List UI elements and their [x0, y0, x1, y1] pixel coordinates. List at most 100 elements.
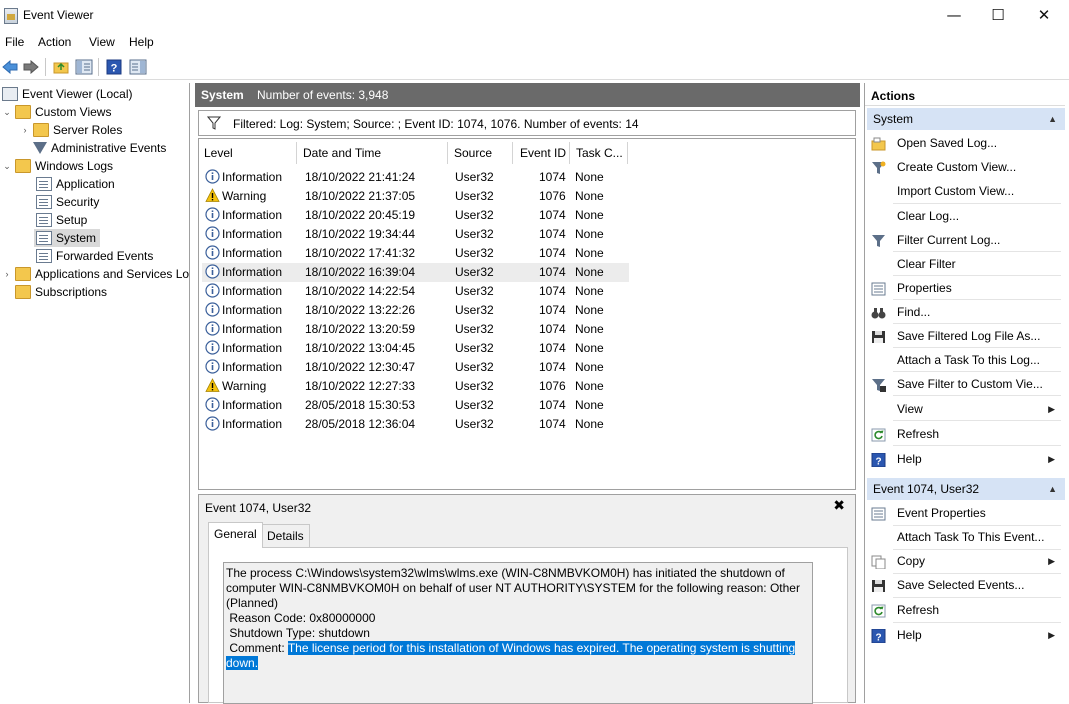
tree-item-windows-logs[interactable]: ⌄ Windows Logs	[2, 157, 113, 175]
table-row[interactable]: Information 28/05/2018 12:36:04 User32 1074…	[202, 415, 629, 434]
table-row[interactable]: Information 18/10/2022 13:20:59 User32 1074…	[202, 320, 629, 339]
menu-view[interactable]: View	[89, 35, 115, 49]
action-attach-task-to-event[interactable]: Attach Task To This Event...	[871, 526, 1061, 548]
tree-item-application[interactable]: Application	[36, 175, 115, 193]
tab-general[interactable]: General	[208, 522, 263, 548]
column-header-level[interactable]: Level	[199, 142, 297, 164]
collapsed-chevron-icon[interactable]: ›	[2, 269, 12, 279]
log-icon	[36, 231, 52, 245]
tree-item-server-roles[interactable]: › Server Roles	[20, 121, 122, 139]
action-clear-filter[interactable]: Clear Filter	[871, 253, 1061, 275]
cell-event-id: 1076	[539, 379, 566, 393]
show-hide-console-tree-icon[interactable]	[74, 57, 94, 77]
table-row[interactable]: Information 18/10/2022 21:41:24 User32 1074…	[202, 168, 629, 187]
back-arrow-icon[interactable]	[0, 57, 20, 77]
actions-section-system[interactable]: System ▲	[867, 108, 1065, 130]
tree-item-label: Application	[56, 177, 115, 191]
action-import-custom-view[interactable]: Import Custom View...	[871, 180, 1061, 202]
action-label: Help	[897, 628, 922, 642]
table-row[interactable]: Information 18/10/2022 13:22:26 User32 1074…	[202, 301, 629, 320]
collapse-caret-icon[interactable]: ▲	[1048, 108, 1057, 130]
action-event-properties[interactable]: Event Properties	[871, 502, 1061, 524]
minimize-button[interactable]: —	[931, 0, 977, 32]
column-header-source[interactable]: Source	[449, 142, 513, 164]
tree-item-forwarded-events[interactable]: Forwarded Events	[36, 247, 153, 265]
tree-item-label: Administrative Events	[51, 141, 167, 155]
action-label: Open Saved Log...	[897, 136, 998, 150]
maximize-button[interactable]: ☐	[975, 0, 1021, 32]
action-properties[interactable]: Properties	[871, 277, 1061, 299]
tree-item-root[interactable]: Event Viewer (Local)	[2, 85, 133, 103]
table-row[interactable]: Information 18/10/2022 14:22:54 User32 1074…	[202, 282, 629, 301]
tree-item-system[interactable]: System	[34, 229, 101, 247]
table-row[interactable]: Information 18/10/2022 16:39:04 User32 1074…	[202, 263, 629, 282]
table-row[interactable]: Information 18/10/2022 12:30:47 User32 1074…	[202, 358, 629, 377]
column-header-date-and-time[interactable]: Date and Time	[298, 142, 448, 164]
folder-icon	[15, 105, 31, 119]
action-help[interactable]: ? Help ▶	[871, 624, 1061, 646]
toolbar-separator	[45, 58, 46, 76]
tree-item-security[interactable]: Security	[36, 193, 99, 211]
cell-source: User32	[455, 189, 494, 203]
action-help[interactable]: ? Help ▶	[871, 448, 1061, 470]
help-icon[interactable]: ?	[104, 57, 124, 77]
description-line: computer WIN-C8NMBVKOM0H on behalf of us…	[226, 581, 800, 595]
menu-help[interactable]: Help	[129, 35, 154, 49]
section-label: System	[873, 112, 914, 126]
column-header-task-category[interactable]: Task C...	[571, 142, 628, 164]
tree-item-custom-views[interactable]: ⌄ Custom Views	[2, 103, 111, 121]
cell-event-id: 1074	[539, 341, 566, 355]
cell-event-id: 1074	[539, 284, 566, 298]
action-save-filtered-log-file[interactable]: Save Filtered Log File As...	[871, 325, 1061, 347]
action-create-custom-view[interactable]: Create Custom View...	[871, 156, 1061, 178]
expanded-chevron-icon[interactable]: ⌄	[2, 107, 12, 118]
collapsed-chevron-icon[interactable]: ›	[20, 125, 30, 135]
up-folder-icon[interactable]	[51, 57, 71, 77]
menu-file[interactable]: File	[5, 35, 24, 49]
close-button[interactable]: ✕	[1021, 0, 1067, 32]
close-icon[interactable]: ✖	[833, 498, 845, 514]
action-open-saved-log[interactable]: Open Saved Log...	[871, 132, 1061, 154]
tree-item-applications-and-services[interactable]: › Applications and Services Lo	[2, 265, 189, 283]
cell-date-time: 18/10/2022 21:37:05	[305, 189, 416, 203]
action-divider	[893, 395, 1061, 396]
tree-item-setup[interactable]: Setup	[36, 211, 87, 229]
action-refresh[interactable]: Refresh	[871, 599, 1061, 621]
expanded-chevron-icon[interactable]: ⌄	[2, 161, 12, 172]
action-clear-log[interactable]: Clear Log...	[871, 205, 1061, 227]
tree-item-label: Setup	[56, 213, 88, 227]
show-hide-action-pane-icon[interactable]	[128, 57, 148, 77]
tab-details[interactable]: Details	[261, 524, 310, 548]
tree-item-subscriptions[interactable]: Subscriptions	[15, 283, 107, 301]
table-row[interactable]: Information 18/10/2022 17:41:32 User32 1074…	[202, 244, 629, 263]
action-filter-current-log[interactable]: Filter Current Log...	[871, 229, 1061, 251]
svg-text:?: ?	[875, 633, 881, 644]
comment-text-selected: The license period for this installation…	[287, 641, 796, 655]
tree-item-administrative-events[interactable]: Administrative Events	[33, 139, 166, 157]
action-attach-task-to-log[interactable]: Attach a Task To this Log...	[871, 349, 1061, 371]
menu-action[interactable]: Action	[38, 35, 71, 49]
cell-date-time: 18/10/2022 16:39:04	[305, 265, 416, 279]
cell-source: User32	[455, 208, 494, 222]
action-copy[interactable]: Copy ▶	[871, 550, 1061, 572]
table-row[interactable]: Information 18/10/2022 20:45:19 User32 1074…	[202, 206, 629, 225]
action-save-selected-events[interactable]: Save Selected Events...	[871, 574, 1061, 596]
table-row[interactable]: Warning 18/10/2022 12:27:33 User32 1076 None	[202, 377, 629, 396]
table-row[interactable]: Information 18/10/2022 13:04:45 User32 1074…	[202, 339, 629, 358]
action-find[interactable]: Find...	[871, 301, 1061, 323]
column-header-event-id[interactable]: Event ID	[514, 142, 570, 164]
collapse-caret-icon[interactable]: ▲	[1048, 478, 1057, 500]
action-label: Help	[897, 452, 922, 466]
event-description[interactable]: The process C:\Windows\system32\wlms\wlm…	[223, 562, 813, 704]
table-row[interactable]: Information 18/10/2022 19:34:44 User32 1074…	[202, 225, 629, 244]
event-detail-title: Event 1074, User32	[205, 501, 312, 515]
action-refresh[interactable]: Refresh	[871, 423, 1061, 445]
action-view[interactable]: View ▶	[871, 398, 1061, 420]
events-table: Level Date and Time Source Event ID Task…	[198, 138, 856, 490]
action-save-filter-to-custom-view[interactable]: Save Filter to Custom Vie...	[871, 373, 1061, 395]
actions-section-event[interactable]: Event 1074, User32 ▲	[867, 478, 1065, 500]
table-row[interactable]: Warning 18/10/2022 21:37:05 User32 1076 None	[202, 187, 629, 206]
forward-arrow-icon[interactable]	[21, 57, 41, 77]
action-divider	[893, 549, 1061, 550]
table-row[interactable]: Information 28/05/2018 15:30:53 User32 1074…	[202, 396, 629, 415]
